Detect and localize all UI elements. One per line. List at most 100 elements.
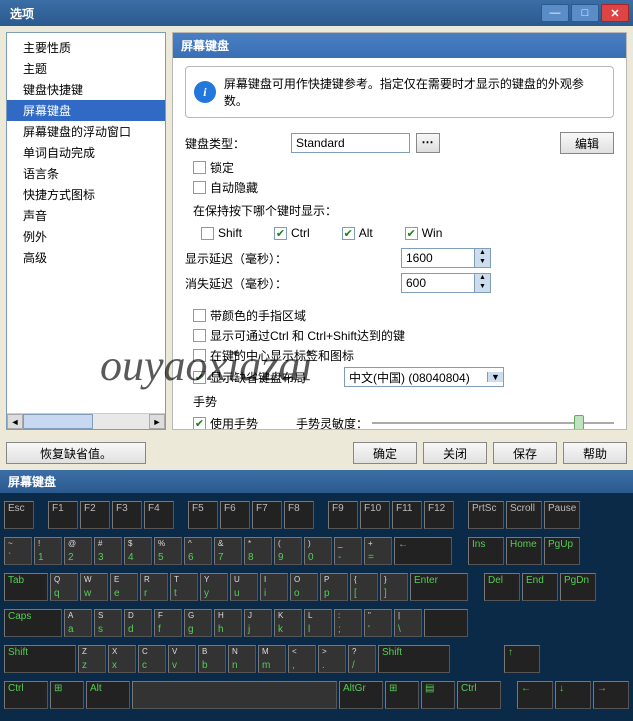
help-button[interactable]: 帮助	[563, 442, 627, 464]
key-1[interactable]: !1	[34, 537, 62, 565]
key-[interactable]: ⊞	[50, 681, 84, 709]
key-[interactable]: {[	[350, 573, 378, 601]
key-[interactable]: ↑	[504, 645, 540, 673]
key-[interactable]: >.	[318, 645, 346, 673]
key-f11[interactable]: F11	[392, 501, 422, 529]
key-f7[interactable]: F7	[252, 501, 282, 529]
key-ins[interactable]: Ins	[468, 537, 504, 565]
key-r[interactable]: Rr	[140, 573, 168, 601]
key-[interactable]: ?/	[348, 645, 376, 673]
key-enter[interactable]: Enter	[410, 573, 468, 601]
sidebar-item-5[interactable]: 单词自动完成	[7, 142, 165, 163]
key-caps[interactable]: Caps	[4, 609, 62, 637]
sidebar-item-7[interactable]: 快捷方式图标	[7, 184, 165, 205]
scroll-right-arrow[interactable]: ►	[149, 414, 165, 429]
key-[interactable]: ⊞	[385, 681, 419, 709]
key-[interactable]: →	[593, 681, 629, 709]
key-8[interactable]: *8	[244, 537, 272, 565]
minimize-button[interactable]: —	[541, 4, 569, 22]
key-4[interactable]: $4	[124, 537, 152, 565]
key-[interactable]: :;	[334, 609, 362, 637]
key-n[interactable]: Nn	[228, 645, 256, 673]
lock-checkbox[interactable]	[193, 161, 206, 174]
key-a[interactable]: Aa	[64, 609, 92, 637]
key-k[interactable]: Kk	[274, 609, 302, 637]
key-[interactable]: ←	[517, 681, 553, 709]
sensitivity-slider[interactable]	[372, 413, 614, 430]
key-c[interactable]: Cc	[138, 645, 166, 673]
key-e[interactable]: Ee	[110, 573, 138, 601]
key-7[interactable]: &7	[214, 537, 242, 565]
key-[interactable]: ←	[394, 537, 452, 565]
close-button[interactable]: ✕	[601, 4, 629, 22]
ctrlshift-checkbox[interactable]	[193, 329, 206, 342]
save-button[interactable]: 保存	[493, 442, 557, 464]
key-2[interactable]: @2	[64, 537, 92, 565]
autohide-checkbox[interactable]	[193, 181, 206, 194]
key-f1[interactable]: F1	[48, 501, 78, 529]
key-pgup[interactable]: PgUp	[544, 537, 580, 565]
defaultlayout-checkbox[interactable]	[193, 371, 206, 384]
key-shift[interactable]: Shift	[378, 645, 450, 673]
key-u[interactable]: Uu	[230, 573, 258, 601]
sidebar-item-3[interactable]: 屏幕键盘	[7, 100, 165, 121]
key-f10[interactable]: F10	[360, 501, 390, 529]
sidebar-scrollbar[interactable]: ◄ ►	[7, 413, 165, 429]
key-[interactable]: }]	[380, 573, 408, 601]
colorfinger-checkbox[interactable]	[193, 309, 206, 322]
key-[interactable]	[424, 609, 468, 637]
kbtype-browse-button[interactable]: ⋯	[416, 133, 440, 153]
usegestures-checkbox[interactable]	[193, 417, 206, 430]
restore-defaults-button[interactable]: 恢复缺省值。	[6, 442, 146, 464]
alt-checkbox[interactable]	[342, 227, 355, 240]
ok-button[interactable]: 确定	[353, 442, 417, 464]
key-f2[interactable]: F2	[80, 501, 110, 529]
sidebar-item-1[interactable]: 主题	[7, 58, 165, 79]
key-[interactable]: "'	[364, 609, 392, 637]
key-f6[interactable]: F6	[220, 501, 250, 529]
key-[interactable]: ↓	[555, 681, 591, 709]
key-ctrl[interactable]: Ctrl	[4, 681, 48, 709]
scroll-left-arrow[interactable]: ◄	[7, 414, 23, 429]
hidedelay-spinner[interactable]: 600 ▲▼	[401, 273, 491, 293]
key-f3[interactable]: F3	[112, 501, 142, 529]
key-scroll[interactable]: Scroll	[506, 501, 542, 529]
key-[interactable]	[132, 681, 337, 709]
key-tab[interactable]: Tab	[4, 573, 48, 601]
key-b[interactable]: Bb	[198, 645, 226, 673]
key-d[interactable]: Dd	[124, 609, 152, 637]
close-dialog-button[interactable]: 关闭	[423, 442, 487, 464]
key-0[interactable]: )0	[304, 537, 332, 565]
key-home[interactable]: Home	[506, 537, 542, 565]
key-ctrl[interactable]: Ctrl	[457, 681, 501, 709]
key-end[interactable]: End	[522, 573, 558, 601]
key-l[interactable]: Ll	[304, 609, 332, 637]
key-t[interactable]: Tt	[170, 573, 198, 601]
key-z[interactable]: Zz	[78, 645, 106, 673]
key-s[interactable]: Ss	[94, 609, 122, 637]
key-q[interactable]: Qq	[50, 573, 78, 601]
key-esc[interactable]: Esc	[4, 501, 34, 529]
key-g[interactable]: Gg	[184, 609, 212, 637]
key-j[interactable]: Jj	[244, 609, 272, 637]
maximize-button[interactable]: □	[571, 4, 599, 22]
key-f8[interactable]: F8	[284, 501, 314, 529]
key-f4[interactable]: F4	[144, 501, 174, 529]
sidebar-item-4[interactable]: 屏幕键盘的浮动窗口	[7, 121, 165, 142]
key-f12[interactable]: F12	[424, 501, 454, 529]
scroll-thumb[interactable]	[23, 414, 93, 429]
key-[interactable]: _-	[334, 537, 362, 565]
key-[interactable]: ▤	[421, 681, 455, 709]
edit-button[interactable]: 编辑	[560, 132, 614, 154]
key-o[interactable]: Oo	[290, 573, 318, 601]
sidebar-item-10[interactable]: 高级	[7, 247, 165, 268]
key-shift[interactable]: Shift	[4, 645, 76, 673]
key-f9[interactable]: F9	[328, 501, 358, 529]
kbtype-select[interactable]: Standard	[291, 133, 410, 153]
key-del[interactable]: Del	[484, 573, 520, 601]
key-6[interactable]: ^6	[184, 537, 212, 565]
sidebar-item-2[interactable]: 键盘快捷键	[7, 79, 165, 100]
ctrl-checkbox[interactable]	[274, 227, 287, 240]
key-x[interactable]: Xx	[108, 645, 136, 673]
key-v[interactable]: Vv	[168, 645, 196, 673]
